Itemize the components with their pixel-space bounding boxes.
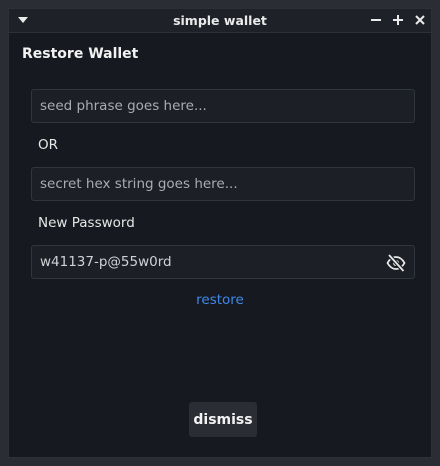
titlebar: simple wallet bbox=[9, 9, 431, 33]
minimize-icon[interactable] bbox=[368, 12, 384, 28]
seed-phrase-field[interactable] bbox=[31, 89, 415, 123]
eye-off-icon[interactable] bbox=[386, 253, 406, 273]
restore-link[interactable]: restore bbox=[9, 292, 431, 308]
dismiss-button[interactable]: dismiss bbox=[189, 402, 257, 437]
or-label: OR bbox=[38, 137, 59, 153]
hex-secret-input[interactable] bbox=[32, 168, 414, 200]
password-input[interactable] bbox=[32, 246, 414, 278]
password-field[interactable] bbox=[31, 245, 415, 279]
close-icon[interactable] bbox=[412, 12, 428, 28]
page-title: Restore Wallet bbox=[22, 46, 139, 62]
hex-secret-field[interactable] bbox=[31, 167, 415, 201]
wallet-window: simple wallet Restore Wallet OR New Pass… bbox=[8, 8, 432, 458]
new-password-label: New Password bbox=[38, 215, 135, 231]
seed-phrase-input[interactable] bbox=[32, 90, 414, 122]
maximize-icon[interactable] bbox=[390, 12, 406, 28]
